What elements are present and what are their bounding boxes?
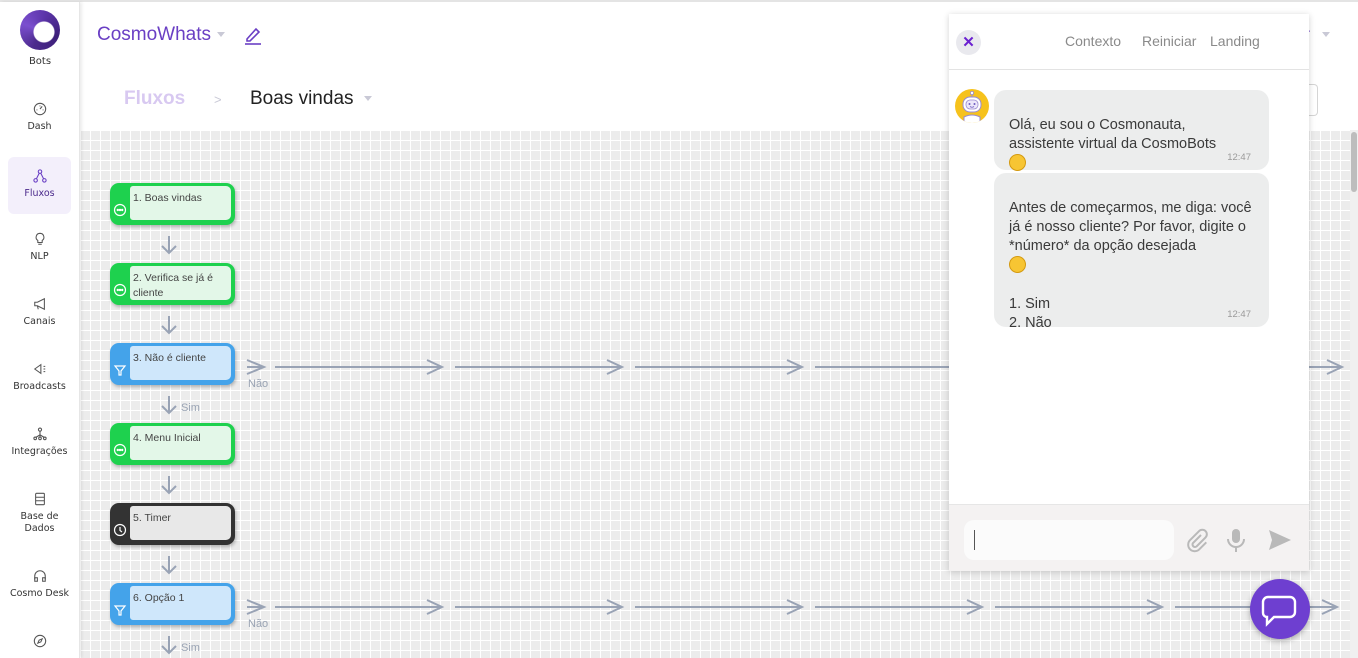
- app-root: Bots Dash Fluxos NLP Canais Broadcasts I…: [0, 0, 1358, 658]
- flow-node-menu-inicial[interactable]: 4. Menu Inicial: [110, 423, 235, 465]
- scroll-thumb[interactable]: [1351, 132, 1357, 192]
- integration-icon: [32, 427, 47, 441]
- sidebar-item-label: Base de Dados: [20, 511, 59, 534]
- current-flow-name: Boas vindas: [250, 88, 354, 109]
- sidebar: Bots Dash Fluxos NLP Canais Broadcasts I…: [0, 2, 80, 658]
- sidebar-item-broadcasts[interactable]: Broadcasts: [8, 350, 71, 407]
- arrow-down-icon: [161, 316, 177, 335]
- canvas-scrollbar[interactable]: [1350, 130, 1358, 658]
- bots-label: Bots: [28, 56, 52, 67]
- node-label: 3. Não é cliente: [130, 346, 231, 380]
- contexto-link[interactable]: Contexto: [1065, 33, 1121, 49]
- close-icon: ✕: [962, 34, 975, 51]
- chat-simulator-panel: ✕ Contexto Reiniciar Landing Olá, eu sou…: [949, 14, 1309, 571]
- message-time: 12:47: [1227, 152, 1251, 163]
- sidebar-item-nlp[interactable]: NLP: [8, 220, 71, 277]
- node-label: 6. Opção 1: [130, 586, 231, 620]
- arrow-down-icon: [161, 476, 177, 495]
- chat-toggle-button[interactable]: [1250, 579, 1310, 639]
- chat-bubble-icon: [113, 283, 127, 297]
- filter-funnel-icon: [113, 605, 127, 616]
- edge-label-no: Não: [248, 618, 269, 630]
- sidebar-item-label: NLP: [30, 251, 49, 262]
- arrow-down-icon: [161, 236, 177, 255]
- smile-emoji-icon: [1009, 256, 1026, 273]
- gauge-icon: [33, 102, 46, 116]
- chevron-down-icon: [217, 32, 226, 38]
- paperclip-icon[interactable]: [1184, 527, 1210, 553]
- sidebar-item-label: Canais: [23, 316, 56, 327]
- sidebar-item-cosmo-desk[interactable]: Cosmo Desk: [8, 557, 71, 614]
- megaphone-icon: [33, 297, 45, 311]
- flow-node-nao-e-cliente[interactable]: 3. Não é cliente: [110, 343, 235, 385]
- flow-selector[interactable]: Boas vindas: [250, 88, 372, 110]
- filter-funnel-icon: [113, 365, 127, 376]
- flow-node-boas-vindas[interactable]: 1. Boas vindas: [110, 183, 235, 225]
- sidebar-item-explore[interactable]: [8, 622, 71, 658]
- bot-selector[interactable]: CosmoWhats: [97, 24, 226, 46]
- clock-icon: [113, 523, 127, 537]
- chevron-down-icon: [363, 96, 372, 102]
- sidebar-item-base-de-dados[interactable]: Base de Dados: [8, 480, 71, 542]
- message-text: Olá, eu sou o Cosmonauta, assistente vir…: [1009, 117, 1217, 152]
- smile-emoji-icon: [1009, 154, 1026, 171]
- lightbulb-icon: [35, 232, 44, 245]
- node-label: 2. Verifica se já é cliente: [130, 266, 231, 300]
- edge-label-no: Não: [248, 378, 269, 390]
- bots-link[interactable]: Bots: [0, 10, 80, 67]
- send-icon[interactable]: [1267, 527, 1293, 553]
- sidebar-item-label: Fluxos: [24, 188, 55, 199]
- arrow-down-icon: [161, 556, 177, 575]
- node-label: 1. Boas vindas: [130, 186, 231, 220]
- bot-name: CosmoWhats: [97, 24, 212, 45]
- database-icon: [34, 492, 45, 506]
- chat-bubble-icon: [1261, 595, 1297, 627]
- close-chat-button[interactable]: ✕: [956, 30, 981, 55]
- arrow-down-icon: [161, 396, 177, 415]
- cosmobots-logo-icon: [20, 10, 60, 50]
- message-options: 1. Sim 2. Não: [1009, 296, 1052, 331]
- flow-node-opcao-1[interactable]: 6. Opção 1: [110, 583, 235, 625]
- sidebar-item-label: Cosmo Desk: [9, 588, 70, 599]
- edge-label-yes: Sim: [181, 642, 200, 654]
- message-input[interactable]: [964, 520, 1174, 560]
- node-label: 5. Timer: [130, 506, 231, 540]
- breadcrumb-fluxos[interactable]: Fluxos: [124, 88, 185, 110]
- flow-node-verifica-cliente[interactable]: 2. Verifica se já é cliente: [110, 263, 235, 305]
- chat-composer: [949, 504, 1309, 571]
- message-text: Antes de começarmos, me diga: você já é …: [1009, 200, 1252, 254]
- horizontal-connector: [246, 599, 1340, 615]
- sidebar-item-label: Integrações: [11, 446, 68, 457]
- chat-header: ✕ Contexto Reiniciar Landing: [949, 14, 1309, 70]
- reiniciar-link[interactable]: Reiniciar: [1142, 33, 1196, 49]
- chevron-down-icon: [1322, 32, 1331, 38]
- flow-node-timer[interactable]: 5. Timer: [110, 503, 235, 545]
- chat-bubble-icon: [113, 443, 127, 457]
- landing-link[interactable]: Landing: [1210, 33, 1260, 49]
- arrow-down-icon: [161, 636, 177, 655]
- sidebar-item-fluxos[interactable]: Fluxos: [8, 157, 71, 214]
- flow-icon: [32, 169, 47, 183]
- text-cursor: [974, 530, 975, 550]
- chat-message: Antes de começarmos, me diga: você já é …: [994, 173, 1269, 331]
- sidebar-item-canais[interactable]: Canais: [8, 285, 71, 342]
- sidebar-item-label: Broadcasts: [13, 381, 66, 392]
- bot-avatar: [955, 89, 989, 123]
- sidebar-item-label: Dash: [27, 121, 52, 132]
- edge-label-yes: Sim: [181, 402, 200, 414]
- breadcrumb-separator: >: [214, 92, 222, 107]
- chat-message: Olá, eu sou o Cosmonauta, assistente vir…: [994, 90, 1269, 171]
- edit-pencil-icon[interactable]: [243, 24, 263, 46]
- sidebar-item-dash[interactable]: Dash: [8, 90, 71, 147]
- robot-icon: [962, 91, 982, 123]
- headphones-icon: [33, 570, 46, 582]
- chat-bubble-icon: [113, 203, 127, 217]
- compass-icon: [33, 634, 46, 648]
- message-time: 12:47: [1227, 309, 1251, 320]
- node-label: 4. Menu Inicial: [130, 426, 231, 460]
- microphone-icon[interactable]: [1223, 527, 1249, 553]
- speaker-icon: [33, 363, 45, 375]
- sidebar-item-integracoes[interactable]: Integrações: [8, 415, 71, 472]
